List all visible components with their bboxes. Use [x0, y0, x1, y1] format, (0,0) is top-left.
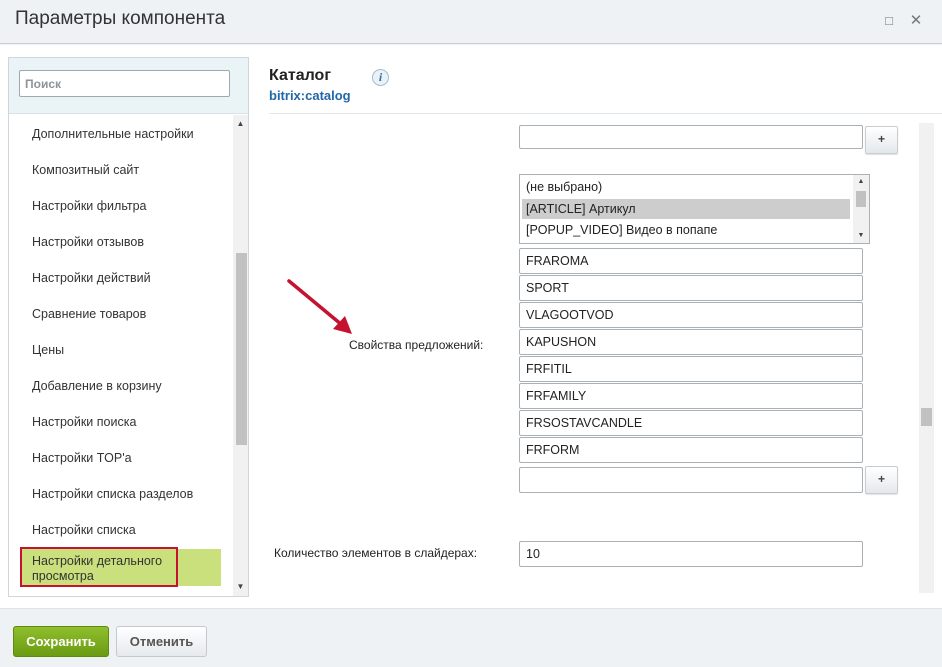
select-option-selected[interactable]: [ARTICLE] Артикул — [522, 199, 850, 219]
offer-property-input[interactable] — [519, 302, 863, 328]
highlight-outline — [20, 547, 178, 587]
scroll-down-icon[interactable]: ▼ — [233, 580, 248, 594]
sidebar-item-prices[interactable]: Цены — [32, 343, 64, 357]
offer-property-input[interactable] — [519, 383, 863, 409]
component-code: bitrix:catalog — [269, 88, 351, 103]
maximize-icon[interactable]: □ — [880, 12, 898, 30]
offer-property-input[interactable] — [519, 275, 863, 301]
sidebar-scroll-thumb[interactable] — [236, 253, 247, 445]
add-property-button-top[interactable]: + — [865, 126, 898, 154]
sections-menu: Дополнительные настройки Композитный сай… — [9, 115, 233, 595]
sidebar-item-top[interactable]: Настройки TOP'а — [32, 451, 132, 465]
offer-property-input[interactable] — [519, 329, 863, 355]
sidebar-item-list[interactable]: Настройки списка — [32, 523, 136, 537]
component-title: Каталог — [269, 67, 331, 84]
offer-property-input-empty[interactable] — [519, 467, 863, 493]
dialog-content: Дополнительные настройки Композитный сай… — [0, 45, 942, 608]
header-divider — [269, 113, 942, 114]
offer-properties-label: Свойства предложений: — [349, 338, 484, 352]
parameters-panel: Каталог i bitrix:catalog + (не выбрано) … — [260, 45, 942, 608]
slider-count-label: Количество элементов в слайдерах: — [274, 546, 478, 560]
sidebar-item-filter[interactable]: Настройки фильтра — [32, 199, 147, 213]
add-property-button[interactable]: + — [865, 466, 898, 494]
offer-property-input[interactable] — [519, 410, 863, 436]
slider-count-input[interactable] — [519, 541, 863, 567]
scroll-up-icon[interactable]: ▲ — [233, 117, 248, 131]
dialog-footer: Сохранить Отменить — [0, 608, 942, 667]
select-option[interactable]: [POPUP_VIDEO] Видео в попапе — [522, 220, 850, 240]
sidebar-item-section-list[interactable]: Настройки списка разделов — [32, 487, 193, 501]
offer-property-input[interactable] — [519, 437, 863, 463]
sidebar-item-reviews[interactable]: Настройки отзывов — [32, 235, 144, 249]
offer-property-input[interactable] — [519, 248, 863, 274]
sidebar-item-compare[interactable]: Сравнение товаров — [32, 307, 146, 321]
cancel-button[interactable]: Отменить — [116, 626, 207, 657]
save-button[interactable]: Сохранить — [13, 626, 109, 657]
sidebar-item-actions[interactable]: Настройки действий — [32, 271, 151, 285]
offer-properties-select[interactable]: (не выбрано) [ARTICLE] Артикул [POPUP_VI… — [519, 174, 870, 244]
sidebar-item-composite[interactable]: Композитный сайт — [32, 163, 139, 177]
sidebar-item-basket[interactable]: Добавление в корзину — [32, 379, 162, 393]
offer-property-input-top[interactable] — [519, 125, 863, 149]
sidebar-item-additional[interactable]: Дополнительные настройки — [32, 127, 194, 141]
scroll-down-icon[interactable]: ▼ — [853, 230, 869, 242]
scroll-up-icon[interactable]: ▲ — [853, 176, 869, 188]
search-input[interactable] — [19, 70, 230, 97]
select-scroll-thumb[interactable] — [856, 191, 866, 207]
select-option[interactable]: (не выбрано) — [522, 177, 850, 197]
sidebar-item-search[interactable]: Настройки поиска — [32, 415, 136, 429]
title-bar: Параметры компонента □ ✕ — [0, 0, 942, 44]
main-scrollbar[interactable] — [919, 123, 934, 593]
info-icon[interactable]: i — [372, 69, 389, 86]
select-scrollbar[interactable]: ▲ ▼ — [853, 175, 869, 243]
close-icon[interactable]: ✕ — [907, 12, 925, 30]
search-area — [9, 58, 248, 114]
sections-sidebar: Дополнительные настройки Композитный сай… — [8, 57, 249, 597]
sidebar-scrollbar[interactable]: ▲ ▼ — [233, 115, 248, 596]
main-scroll-thumb[interactable] — [921, 408, 932, 426]
offer-property-input[interactable] — [519, 356, 863, 382]
window-title: Параметры компонента — [15, 8, 226, 29]
